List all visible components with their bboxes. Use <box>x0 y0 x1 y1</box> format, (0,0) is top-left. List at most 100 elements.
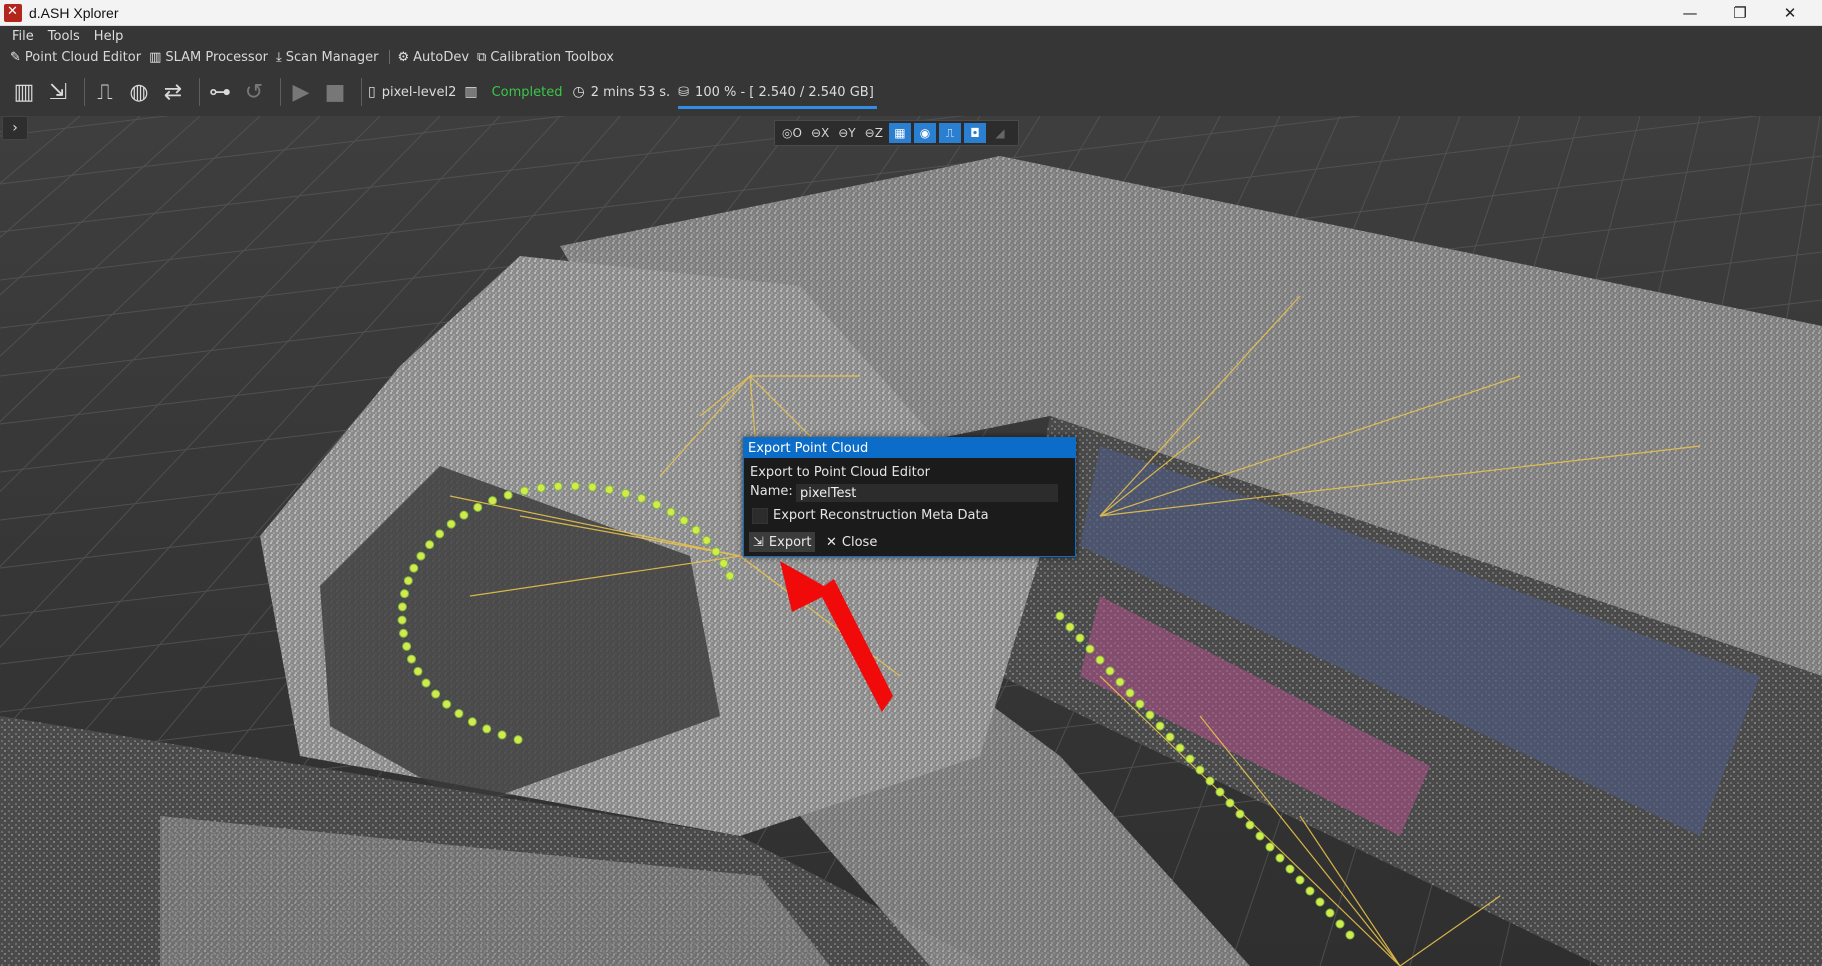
trajectory-toggle-button[interactable]: ⎍ <box>938 123 961 143</box>
menu-file[interactable]: File <box>12 29 34 44</box>
trajectory-point <box>1225 798 1235 808</box>
view-y-button[interactable]: ⊖ Y <box>835 123 858 143</box>
mode-autodev[interactable]: ⚙ AutoDev <box>398 50 470 65</box>
close-icon: ✕ <box>826 534 837 550</box>
edit-icon: ✎ <box>10 49 21 65</box>
trajectory-point <box>1305 886 1315 896</box>
view-z-label: Z <box>874 126 883 140</box>
trajectory-point <box>666 507 676 517</box>
trajectory-point <box>1085 644 1095 654</box>
trajectory-point <box>416 551 426 561</box>
trajectory-point <box>513 735 523 745</box>
trajectory-point <box>652 500 662 510</box>
swap-icon[interactable]: ⇄ <box>159 78 187 106</box>
view-x-label: X <box>821 126 830 140</box>
view-z-button[interactable]: ⊖ Z <box>862 123 886 143</box>
mode-label: Scan Manager <box>285 49 379 65</box>
trajectory-point <box>1065 622 1075 632</box>
toolbar-separator <box>84 78 85 106</box>
export-meta-label: Export Reconstruction Meta Data <box>773 508 989 523</box>
name-input[interactable] <box>796 484 1058 502</box>
close-button[interactable]: ✕ Close <box>822 532 881 552</box>
robot-icon: ⚙ <box>397 49 410 65</box>
minimize-button[interactable]: — <box>1666 0 1714 26</box>
view-origin-button[interactable]: ◎ O <box>779 123 805 143</box>
trajectory-point <box>1315 897 1325 907</box>
trajectory-point <box>1145 710 1155 720</box>
mode-slam-processor[interactable]: ▥ SLAM Processor <box>149 50 268 65</box>
trajectory-point <box>406 654 416 664</box>
map-icon[interactable]: ▥ <box>10 78 38 106</box>
trajectory-point <box>1295 875 1305 885</box>
toolbar-separator <box>199 78 200 106</box>
trajectory-point <box>725 571 735 581</box>
trajectory-point <box>679 516 689 526</box>
arrow-circle-icon: ⊖ <box>810 126 821 140</box>
trajectory-point <box>1055 611 1065 621</box>
globe-icon: ◎ <box>782 126 793 140</box>
window-title: d.ASH Xplorer <box>29 4 119 21</box>
mode-calibration-toolbox[interactable]: ⧉ Calibration Toolbox <box>477 50 614 65</box>
restore-icon: ❐ <box>1733 4 1747 22</box>
view-y-label: Y <box>848 126 856 140</box>
trajectory-point <box>488 496 498 506</box>
view-origin-label: O <box>792 126 802 140</box>
trajectory-point <box>719 558 729 568</box>
trajectory-point <box>431 689 441 699</box>
trajectory-point <box>1185 754 1195 764</box>
trajectory-icon[interactable]: ⎍ <box>91 78 119 106</box>
restore-button[interactable]: ❐ <box>1716 0 1764 26</box>
ruler-icon: ◢ <box>995 126 1005 140</box>
name-label: Name: <box>750 484 793 499</box>
mode-point-cloud-editor[interactable]: ✎ Point Cloud Editor <box>10 50 141 65</box>
trajectory-point <box>454 709 464 719</box>
mode-scan-manager[interactable]: ⤓ Scan Manager <box>276 50 378 65</box>
trajectory-icon: ⎍ <box>945 125 955 140</box>
menu-help[interactable]: Help <box>94 29 124 44</box>
mode-label: Point Cloud Editor <box>24 49 142 65</box>
panel-expand-button[interactable]: › <box>2 116 28 140</box>
mode-label: Calibration Toolbox <box>490 49 614 65</box>
view-x-button[interactable]: ⊖ X <box>808 123 832 143</box>
undo-icon[interactable]: ↺ <box>240 78 268 106</box>
measure-button[interactable]: ◢ <box>989 123 1011 143</box>
target-toggle-button[interactable]: ◉ <box>913 123 936 143</box>
trajectory-point <box>1285 864 1295 874</box>
memory-indicator: ⛁ 100 % - [ 2.540 / 2.540 GB] <box>678 85 878 109</box>
trajectory-point <box>503 490 513 500</box>
stop-icon[interactable]: ■ <box>321 78 349 106</box>
trajectory-point <box>1105 666 1115 676</box>
grid-icon: ▦ <box>894 126 906 140</box>
camera-icon: ◘ <box>970 126 980 140</box>
memory-progress-bar <box>678 105 878 109</box>
trajectory-point <box>402 641 412 651</box>
trajectory-point <box>711 547 721 557</box>
trajectory-point <box>1235 809 1245 819</box>
menu-tools[interactable]: Tools <box>48 29 80 44</box>
trajectory-point <box>1165 732 1175 742</box>
dialog-subtitle: Export to Point Cloud Editor <box>750 465 931 480</box>
trajectory-point <box>473 502 483 512</box>
trajectory-point <box>1345 930 1355 940</box>
export-meta-checkbox[interactable] <box>752 508 768 524</box>
toolbox-icon: ⧉ <box>477 49 487 65</box>
export-button[interactable]: ⇲ Export <box>749 532 816 552</box>
play-icon[interactable]: ▶ <box>287 78 315 106</box>
trajectory-point <box>519 486 529 496</box>
trajectory-point <box>587 482 597 492</box>
trajectory-point <box>1115 677 1125 687</box>
close-window-button[interactable]: ✕ <box>1766 0 1814 26</box>
palette-icon[interactable]: ◍ <box>125 78 153 106</box>
hierarchy-icon[interactable]: ⊶ <box>206 78 234 106</box>
trajectory-point <box>425 540 435 550</box>
camera-toggle-button[interactable]: ◘ <box>963 123 986 143</box>
file-icon: ▯ <box>368 84 376 100</box>
grid-toggle-button[interactable]: ▦ <box>888 123 911 143</box>
toolbar-separator <box>361 78 362 106</box>
trajectory-point <box>536 483 546 493</box>
mode-label: SLAM Processor <box>165 49 269 65</box>
arrow-circle-icon: ⊖ <box>838 126 849 140</box>
trajectory-point <box>459 510 469 520</box>
trajectory-point <box>421 678 431 688</box>
export-file-icon[interactable]: ⇲ <box>44 78 72 106</box>
